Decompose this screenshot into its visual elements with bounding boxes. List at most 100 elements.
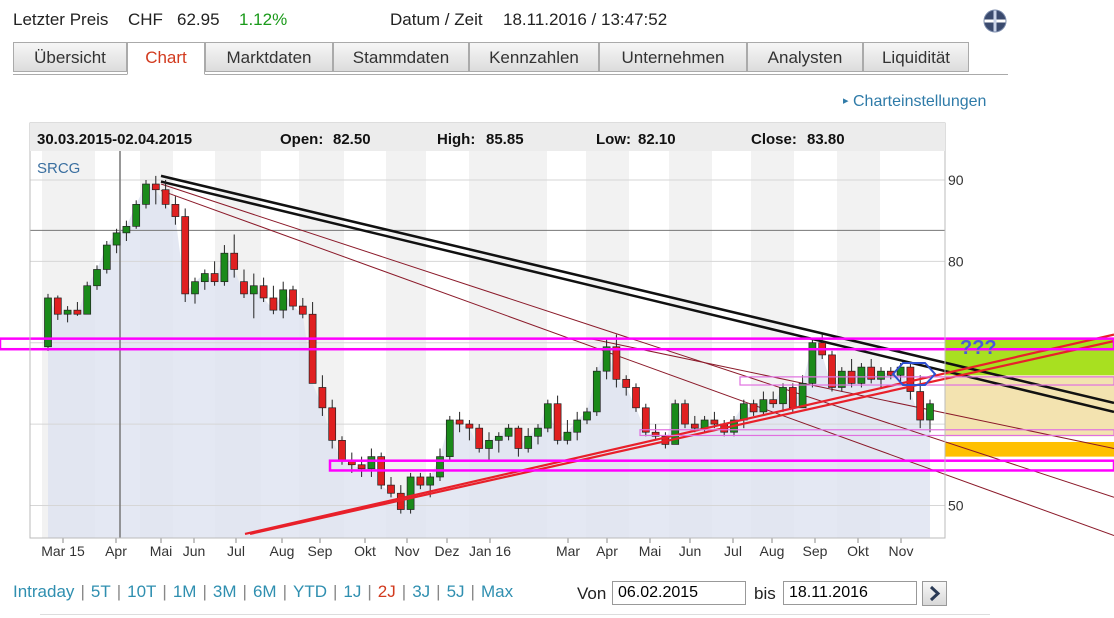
candle-body[interactable] (475, 427, 484, 449)
price-label: Letzter Preis (13, 10, 109, 29)
range-button-10t[interactable]: 10T (127, 582, 156, 601)
range-button-3j[interactable]: 3J (412, 582, 430, 601)
candle-body[interactable] (387, 484, 395, 494)
range-button-6m[interactable]: 6M (253, 582, 277, 601)
candle-body[interactable] (142, 183, 150, 205)
globe-icon[interactable] (983, 9, 1007, 33)
range-button-1m[interactable]: 1M (173, 582, 197, 601)
candle-body[interactable] (681, 403, 689, 425)
candle-body[interactable] (240, 281, 248, 295)
from-date-input[interactable] (612, 581, 746, 605)
candle-body[interactable] (122, 225, 131, 234)
candle-body[interactable] (181, 216, 190, 295)
candle-body[interactable] (249, 285, 258, 295)
candle-body[interactable] (926, 403, 934, 421)
candle-body[interactable] (749, 403, 758, 413)
candle-body[interactable] (230, 252, 239, 270)
candle-body[interactable] (916, 391, 925, 421)
candle-body[interactable] (298, 305, 307, 315)
range-button-5j[interactable]: 5J (447, 582, 465, 601)
candle-body[interactable] (553, 403, 562, 441)
candle-body[interactable] (73, 309, 82, 315)
candle-body[interactable] (357, 464, 366, 470)
candle-body[interactable] (592, 370, 601, 413)
candle-body[interactable] (63, 309, 72, 315)
candle-body[interactable] (739, 403, 748, 421)
candle-body[interactable] (53, 297, 62, 315)
candle-body[interactable] (161, 189, 170, 205)
tab-kennzahlen[interactable]: Kennzahlen (469, 42, 599, 72)
candle-body[interactable] (426, 476, 435, 486)
candle-body[interactable] (690, 423, 699, 429)
candle-body[interactable] (338, 440, 346, 462)
candle-body[interactable] (151, 183, 160, 191)
candle-body[interactable] (710, 419, 719, 425)
range-button-intraday[interactable]: Intraday (13, 582, 74, 601)
candle-body[interactable] (416, 476, 425, 486)
candle-body[interactable] (563, 431, 572, 441)
candle-body[interactable] (583, 411, 591, 421)
range-button-2j[interactable]: 2J (378, 582, 396, 601)
candle-body[interactable] (877, 370, 885, 380)
candle-body[interactable] (367, 456, 376, 470)
candle-body[interactable] (318, 387, 327, 409)
range-button-1j[interactable]: 1J (343, 582, 361, 601)
tab-stammdaten[interactable]: Stammdaten (333, 42, 469, 72)
price-chart[interactable]: 5060708090Mar 15AprMaiJunJulAugSepOktNov… (0, 118, 1114, 578)
tab-marktdaten[interactable]: Marktdaten (205, 42, 333, 72)
tab-übersicht[interactable]: Übersicht (13, 42, 127, 72)
candle-body[interactable] (269, 297, 278, 311)
candle-body[interactable] (798, 383, 807, 409)
candle-body[interactable] (543, 403, 552, 429)
candle-body[interactable] (191, 281, 199, 295)
candle-body[interactable] (485, 440, 493, 449)
candle-body[interactable] (759, 399, 768, 413)
candle-body[interactable] (612, 346, 621, 380)
candle-body[interactable] (210, 273, 219, 283)
candle-body[interactable] (83, 285, 92, 315)
chart-svg[interactable]: 5060708090Mar 15AprMaiJunJulAugSepOktNov… (0, 118, 1114, 578)
tab-analysten[interactable]: Analysten (747, 42, 863, 72)
range-button-max[interactable]: Max (481, 582, 513, 601)
candle-body[interactable] (573, 419, 582, 433)
candle-body[interactable] (867, 366, 876, 380)
candle-body[interactable] (259, 285, 268, 299)
candle-body[interactable] (102, 244, 111, 270)
candle-body[interactable] (465, 423, 474, 429)
candle-body[interactable] (504, 427, 513, 437)
tab-unternehmen[interactable]: Unternehmen (599, 42, 747, 72)
tab-liquidität[interactable]: Liquidität (863, 42, 969, 72)
candle-body[interactable] (289, 289, 297, 307)
candle-body[interactable] (132, 204, 141, 227)
chart-settings-link[interactable]: ▸ Charteinstellungen (843, 93, 986, 111)
candle-body[interactable] (220, 252, 229, 283)
candle-body[interactable] (93, 269, 101, 287)
candle-body[interactable] (857, 366, 866, 384)
info-close: 83.80 (807, 131, 845, 148)
candle-body[interactable] (788, 387, 797, 409)
candle-body[interactable] (622, 378, 631, 388)
candle-body[interactable] (769, 399, 778, 405)
candle-body[interactable] (494, 435, 503, 441)
candle-body[interactable] (534, 427, 542, 437)
candle-body[interactable] (455, 419, 464, 425)
candle-body[interactable] (200, 273, 209, 283)
range-button-5t[interactable]: 5T (91, 582, 111, 601)
candle-body[interactable] (524, 435, 533, 449)
to-date-input[interactable] (783, 581, 917, 605)
candle-body[interactable] (828, 354, 836, 388)
candle-body[interactable] (279, 289, 288, 311)
candle-body[interactable] (514, 427, 523, 449)
apply-range-button[interactable] (922, 581, 947, 606)
candle-body[interactable] (779, 387, 787, 405)
candle-body[interactable] (632, 387, 640, 409)
candle-body[interactable] (171, 204, 180, 217)
candle-body[interactable] (112, 232, 121, 246)
candle-body[interactable] (445, 419, 454, 457)
tab-chart[interactable]: Chart (127, 42, 205, 75)
candle-body[interactable] (641, 407, 650, 433)
candle-body[interactable] (328, 407, 337, 441)
candle-body[interactable] (406, 476, 415, 510)
range-button-3m[interactable]: 3M (213, 582, 237, 601)
range-button-ytd[interactable]: YTD (293, 582, 327, 601)
